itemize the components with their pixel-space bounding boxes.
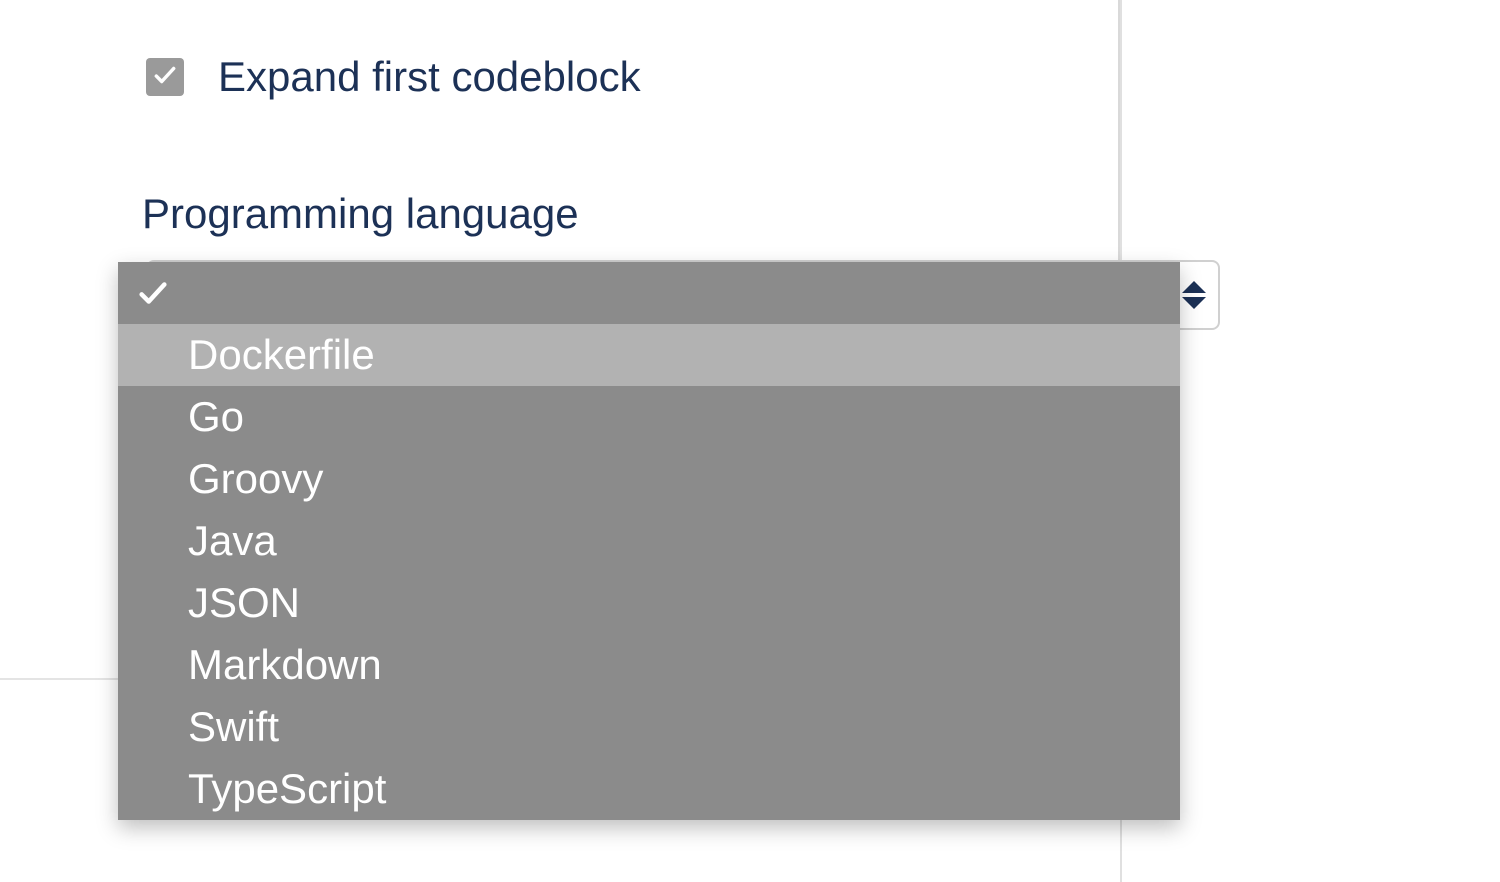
language-option-label: Swift — [188, 703, 279, 751]
check-icon — [136, 276, 170, 310]
language-option-label: Go — [188, 393, 244, 441]
language-option-go[interactable]: Go — [118, 386, 1180, 448]
programming-language-dropdown[interactable]: Dockerfile Go Groovy Java JSON Markdown Swift T… — [118, 262, 1180, 820]
language-option-label: Dockerfile — [188, 331, 375, 379]
language-option-groovy[interactable]: Groovy — [118, 448, 1180, 510]
expand-first-codeblock-row: Expand first codeblock — [146, 56, 641, 98]
language-option-json[interactable]: JSON — [118, 572, 1180, 634]
language-option-swift[interactable]: Swift — [118, 696, 1180, 758]
language-option-label: Markdown — [188, 641, 382, 689]
language-option-blank[interactable] — [118, 262, 1180, 324]
expand-first-codeblock-checkbox[interactable] — [146, 58, 184, 96]
language-option-label: TypeScript — [188, 765, 386, 813]
language-option-java[interactable]: Java — [118, 510, 1180, 572]
language-option-label: Java — [188, 517, 277, 565]
expand-first-codeblock-label: Expand first codeblock — [218, 56, 641, 98]
check-icon — [152, 62, 178, 93]
programming-language-label: Programming language — [142, 190, 579, 238]
language-option-label: JSON — [188, 579, 300, 627]
language-option-typescript[interactable]: TypeScript — [118, 758, 1180, 820]
language-option-label: Groovy — [188, 455, 323, 503]
language-option-markdown[interactable]: Markdown — [118, 634, 1180, 696]
language-option-dockerfile[interactable]: Dockerfile — [118, 324, 1180, 386]
